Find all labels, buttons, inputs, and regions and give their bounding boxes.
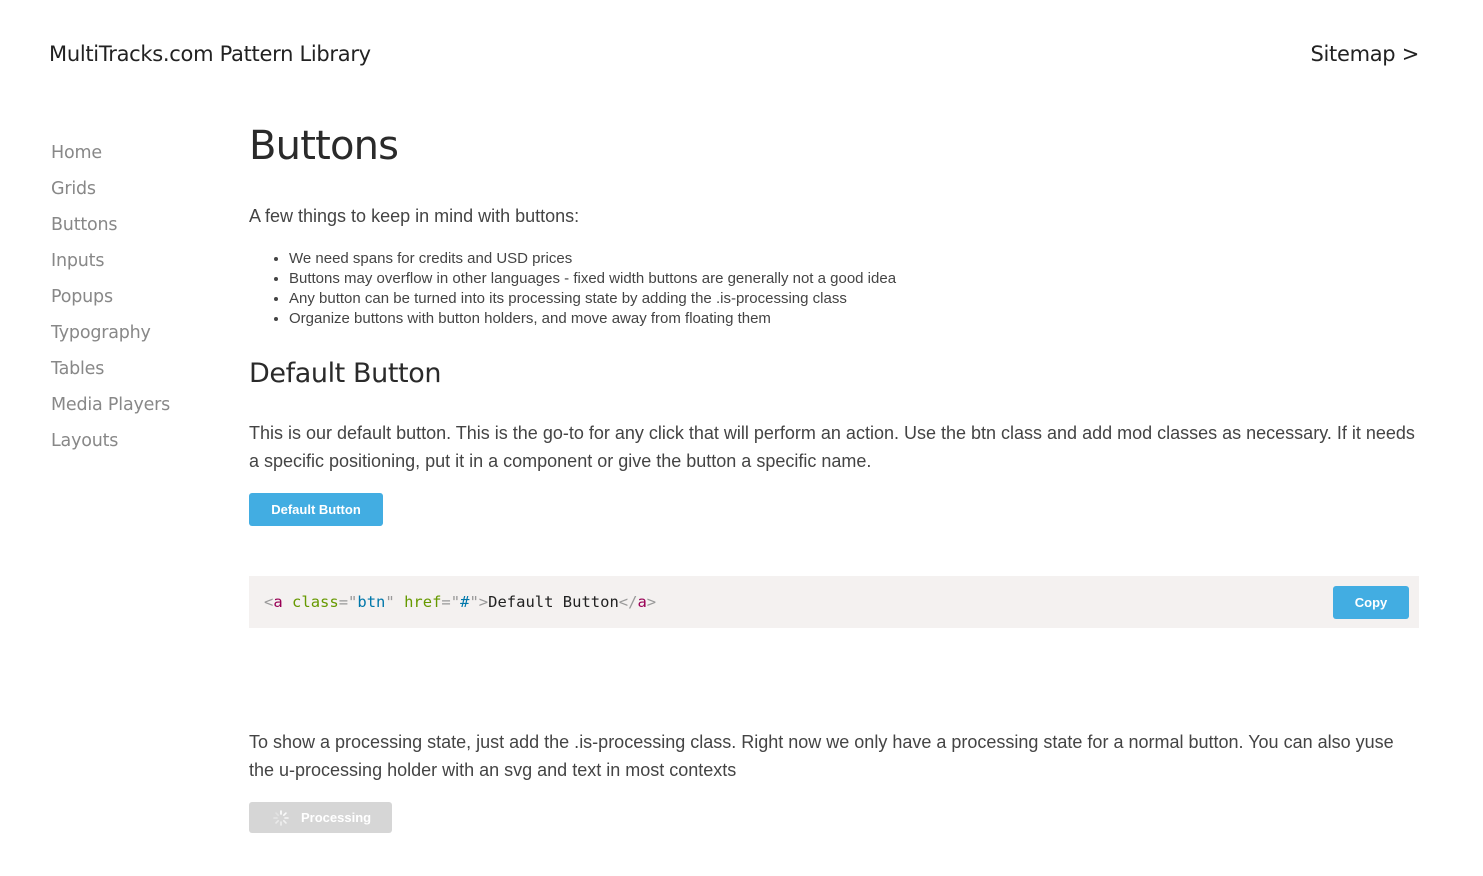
sidebar-item-buttons: Buttons xyxy=(51,211,211,247)
sidebar-link-inputs[interactable]: Inputs xyxy=(51,251,104,271)
copy-code-button[interactable]: Copy xyxy=(1333,586,1409,619)
notes-list: We need spans for credits and USD prices… xyxy=(289,249,896,329)
sidebar-item-tables: Tables xyxy=(51,355,211,391)
code-token: a xyxy=(273,593,283,611)
notes-list-item: Buttons may overflow in other languages … xyxy=(289,269,896,289)
spinner-icon xyxy=(273,810,289,826)
sidebar-link-typography[interactable]: Typography xyxy=(51,323,151,343)
code-token: < xyxy=(264,593,274,611)
code-token: btn xyxy=(357,593,386,611)
code-token: a xyxy=(637,593,647,611)
processing-description: To show a processing state, just add the… xyxy=(249,732,1394,780)
sidebar-item-grids: Grids xyxy=(51,175,211,211)
code-token: " xyxy=(348,593,358,611)
code-token: > xyxy=(478,593,489,611)
notes-list-item: We need spans for credits and USD prices xyxy=(289,249,896,269)
sidebar-link-home[interactable]: Home xyxy=(51,143,102,163)
code-token: = xyxy=(441,593,451,611)
code-token: " xyxy=(385,593,395,611)
code-snippet-block: <a class="btn" href="#">Default Button</… xyxy=(249,576,1419,628)
code-token: = xyxy=(338,593,349,611)
intro-text: A few things to keep in mind with button… xyxy=(249,206,580,226)
sidebar-item-layouts: Layouts xyxy=(51,427,211,463)
sidebar-link-media-players[interactable]: Media Players xyxy=(51,395,170,415)
sitemap-link[interactable]: Sitemap > xyxy=(1310,42,1419,66)
processing-button-label: Processing xyxy=(301,810,372,825)
code-token: </ xyxy=(618,593,638,611)
site-title-link[interactable]: MultiTracks.com Pattern Library xyxy=(49,42,371,66)
top-header: MultiTracks.com Pattern Library Sitemap … xyxy=(49,38,1419,72)
default-button-example[interactable]: Default Button xyxy=(249,493,383,526)
sidebar-link-grids[interactable]: Grids xyxy=(51,179,96,199)
code-token: class xyxy=(292,593,339,611)
default-button-description: This is our default button. This is the … xyxy=(249,423,1415,471)
notes-list-item: Organize buttons with button holders, an… xyxy=(289,309,896,329)
page-title: Buttons xyxy=(249,123,399,169)
sidebar-item-media-players: Media Players xyxy=(51,391,211,427)
sidebar-item-inputs: Inputs xyxy=(51,247,211,283)
code-token: Default Button xyxy=(488,593,619,611)
code-snippet: <a class="btn" href="#">Default Button</… xyxy=(264,591,656,613)
code-token: > xyxy=(646,593,657,611)
sidebar-item-home: Home xyxy=(51,139,211,175)
sidebar-nav: Home Grids Buttons Inputs Popups Typogra… xyxy=(51,139,211,463)
processing-button-example[interactable]: Processing xyxy=(249,802,392,833)
default-button-section-title: Default Button xyxy=(249,358,442,389)
sidebar-item-popups: Popups xyxy=(51,283,211,319)
code-token: href xyxy=(404,593,442,611)
notes-list-item: Any button can be turned into its proces… xyxy=(289,289,896,309)
code-token: " xyxy=(469,593,479,611)
sidebar-item-typography: Typography xyxy=(51,319,211,355)
sidebar-link-buttons[interactable]: Buttons xyxy=(51,215,118,235)
code-token: " xyxy=(450,593,461,611)
sidebar-link-tables[interactable]: Tables xyxy=(51,359,104,379)
sidebar-link-popups[interactable]: Popups xyxy=(51,287,113,307)
main-content: Buttons A few things to keep in mind wit… xyxy=(249,122,1419,833)
sidebar-link-layouts[interactable]: Layouts xyxy=(51,431,118,451)
